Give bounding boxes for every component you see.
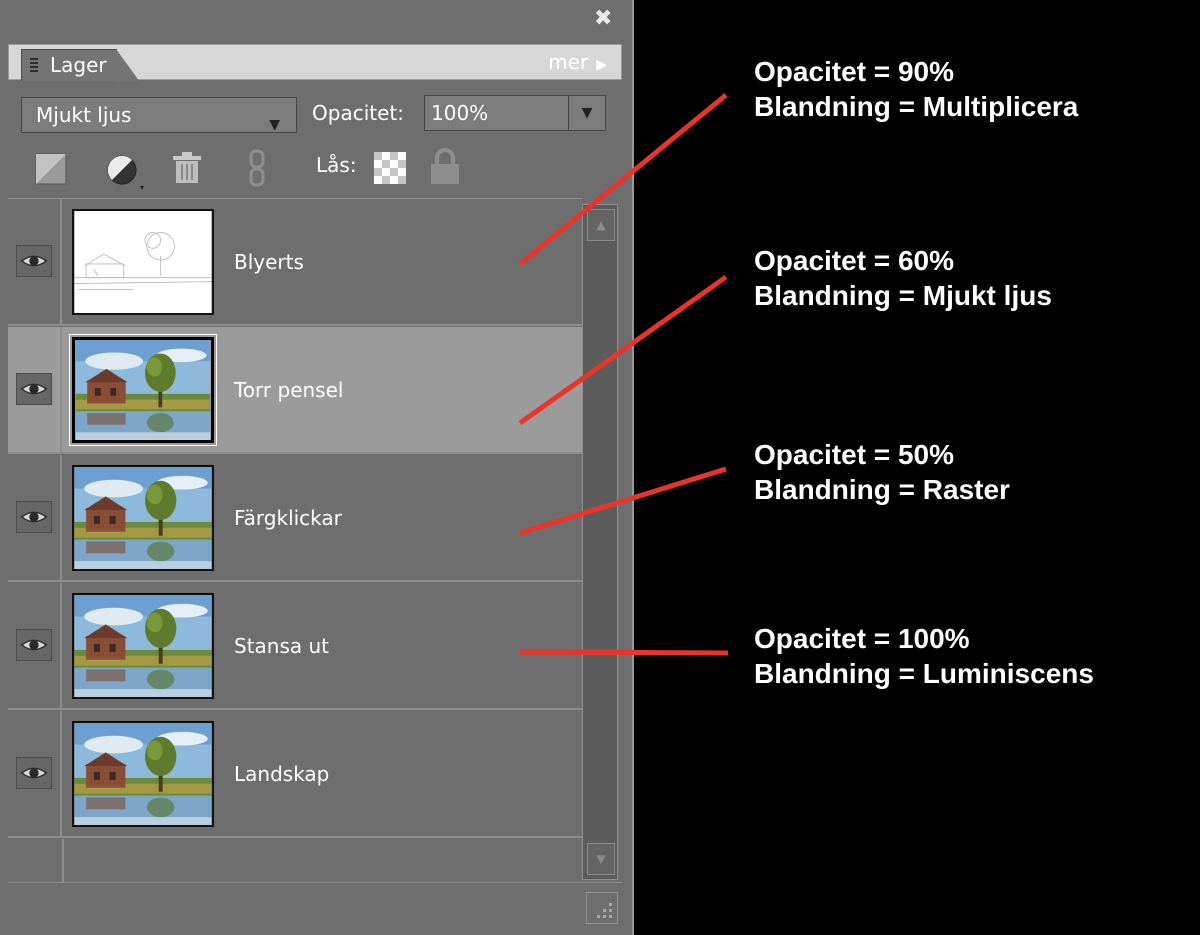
annotation-opacity: Opacitet = 60%: [754, 245, 954, 276]
annotation-torr-pensel: Opacitet = 60% Blandning = Mjukt ljus: [754, 243, 1052, 313]
annotation-line: [518, 274, 728, 426]
annotation-blend: Blandning = Luminiscens: [754, 658, 1094, 689]
annotation-opacity: Opacitet = 50%: [754, 439, 954, 470]
annotation-stansa-ut: Opacitet = 100% Blandning = Luminiscens: [754, 621, 1094, 691]
annotation-blend: Blandning = Mjukt ljus: [754, 280, 1052, 311]
annotation-fargklickar: Opacitet = 50% Blandning = Raster: [754, 437, 1010, 507]
annotation-blend: Blandning = Raster: [754, 474, 1010, 505]
annotation-line: [518, 93, 728, 266]
annotation-lines: [518, 93, 729, 656]
annotation-opacity: Opacitet = 100%: [754, 623, 970, 654]
annotation-opacity: Opacitet = 90%: [754, 56, 954, 87]
annotation-line: [519, 466, 727, 536]
annotation-blend: Blandning = Multiplicera: [754, 91, 1079, 122]
annotation-blyerts: Opacitet = 90% Blandning = Multiplicera: [754, 54, 1078, 124]
annotation-line: [519, 649, 729, 656]
